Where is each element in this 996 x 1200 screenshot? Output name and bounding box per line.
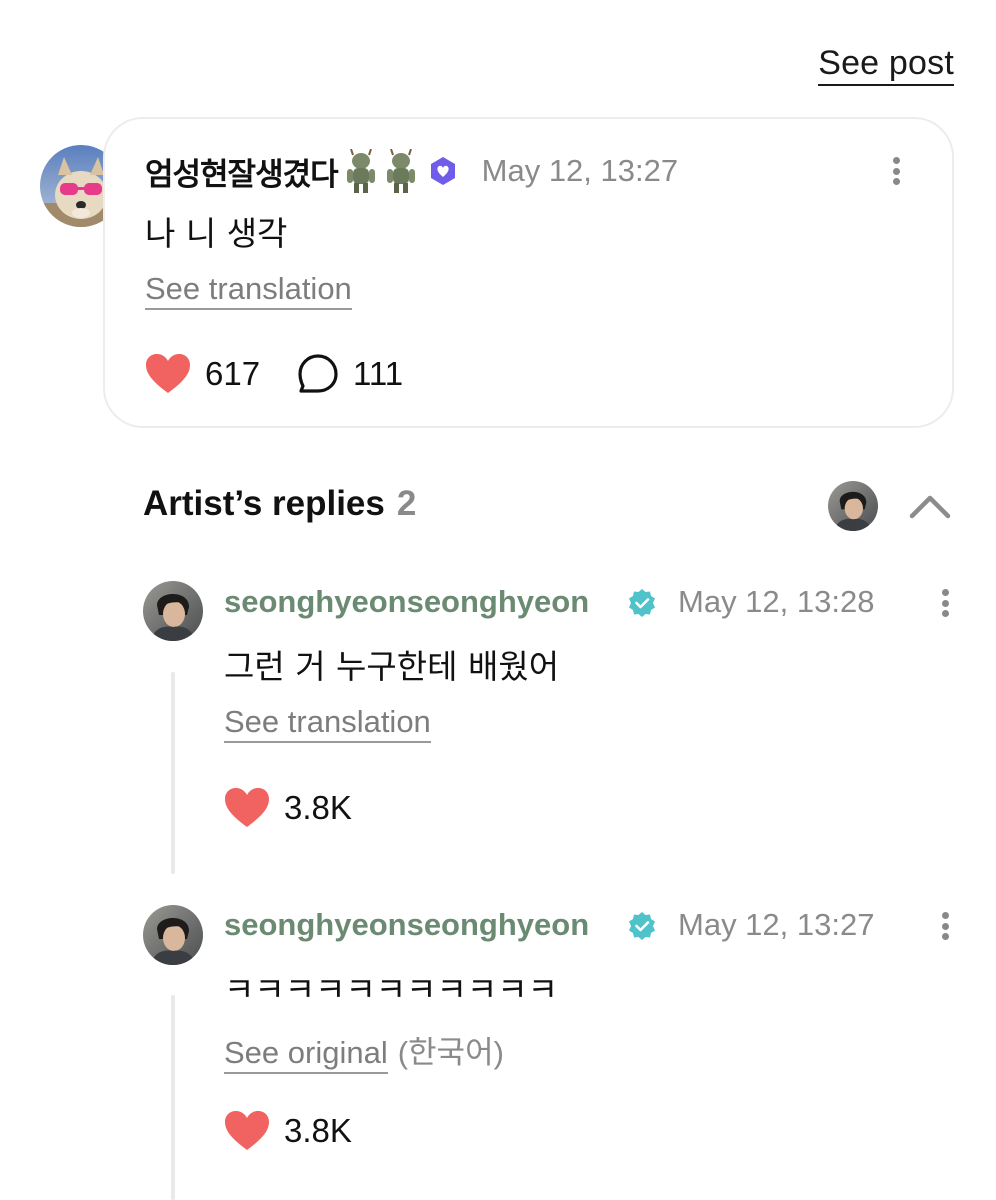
reply-more-options-icon[interactable] xyxy=(930,906,960,946)
collapse-chevron-up-icon[interactable] xyxy=(908,488,952,522)
thread-line xyxy=(171,672,175,874)
fan-badge-icon xyxy=(430,157,455,185)
see-original-row: See original (한국어) xyxy=(224,1027,504,1074)
comment-bubble-icon xyxy=(298,354,338,393)
troll-figure-icon xyxy=(386,149,415,193)
artist-reply-avatar[interactable] xyxy=(143,905,203,965)
reply-see-original-link[interactable]: See original xyxy=(224,1035,388,1074)
post-author-name[interactable]: 엄성현잘생겼다 xyxy=(145,149,339,194)
thread-line xyxy=(171,995,175,1200)
artist-reply-name[interactable]: seonghyeonseonghyeon xyxy=(224,584,589,620)
reply-like-count: 3.8K xyxy=(284,789,352,826)
heart-icon xyxy=(225,1111,269,1150)
post-card: 엄성현잘생겼다 May 12, 13:27 나 니 생각 See transla… xyxy=(103,117,954,428)
post-comment-button[interactable]: 111 xyxy=(297,353,403,395)
artist-reply-timestamp: May 12, 13:28 xyxy=(678,584,875,619)
verified-badge-icon xyxy=(629,589,655,617)
artist-replies-count: 2 xyxy=(396,484,417,523)
heart-icon xyxy=(146,354,190,393)
reply-like-button[interactable]: 3.8K xyxy=(224,787,352,829)
post-timestamp: May 12, 13:27 xyxy=(481,153,679,188)
see-post-link[interactable]: See post xyxy=(818,44,954,86)
post-more-options-icon[interactable] xyxy=(881,151,911,191)
post-comment-count: 111 xyxy=(353,355,404,392)
post-header: 엄성현잘생겼다 May 12, 13:27 xyxy=(145,149,678,193)
troll-figure-icon xyxy=(346,149,375,193)
artist-reply-timestamp: May 12, 13:27 xyxy=(678,907,875,942)
heart-icon xyxy=(225,788,269,827)
post-text: 나 니 생각 xyxy=(145,214,288,253)
artist-mini-avatar xyxy=(828,481,878,531)
reply-like-button[interactable]: 3.8K xyxy=(224,1110,352,1152)
artist-replies-title: Artist’s replies xyxy=(143,484,385,523)
post-like-count: 617 xyxy=(205,355,261,392)
artist-reply-text: 그런 거 누구한테 배웠어 xyxy=(224,647,560,686)
reply-like-count: 3.8K xyxy=(284,1112,352,1149)
original-language-label: (한국어) xyxy=(397,1035,504,1070)
artist-reply-text: ㅋㅋㅋㅋㅋㅋㅋㅋㅋㅋㅋ xyxy=(224,970,558,1009)
reply-see-translation-link[interactable]: See translation xyxy=(224,704,431,743)
verified-badge-icon xyxy=(629,912,655,940)
artist-reply-name[interactable]: seonghyeonseonghyeon xyxy=(224,907,589,943)
post-like-button[interactable]: 617 xyxy=(145,353,260,395)
post-see-translation-link[interactable]: See translation xyxy=(145,271,352,310)
reply-more-options-icon[interactable] xyxy=(930,583,960,623)
artist-replies-header: Artist’s replies 2 xyxy=(143,484,416,524)
artist-reply-avatar[interactable] xyxy=(143,581,203,641)
